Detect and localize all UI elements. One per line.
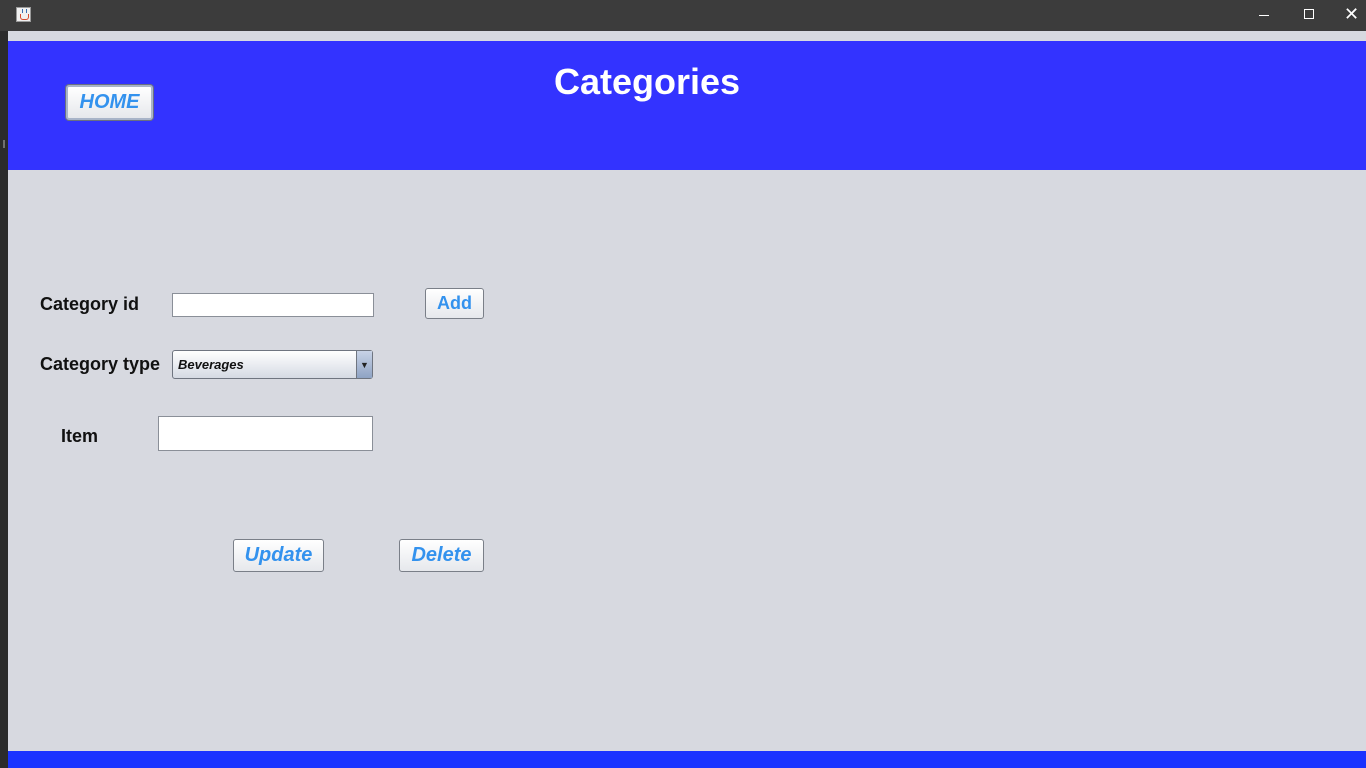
delete-button[interactable]: Delete (399, 539, 484, 572)
close-button[interactable]: ✕ (1331, 0, 1366, 31)
item-input[interactable] (158, 416, 373, 451)
java-cup-icon (16, 7, 31, 22)
left-window-edge (0, 31, 8, 768)
add-button[interactable]: Add (425, 288, 484, 319)
category-type-select[interactable]: Beverages ▼ (172, 350, 373, 379)
maximize-button[interactable] (1286, 0, 1332, 31)
maximize-icon (1304, 9, 1314, 19)
category-type-label: Category type (40, 354, 161, 374)
category-id-label: Category id (40, 294, 140, 314)
content-pane: Categories HOME Category id Add Category… (8, 31, 1366, 768)
item-label: Item (61, 426, 99, 446)
category-type-selected: Beverages (178, 357, 244, 372)
header-banner: Categories HOME (8, 41, 1366, 170)
minimize-icon (1259, 15, 1269, 16)
minimize-button[interactable] (1241, 0, 1287, 31)
close-icon: ✕ (1344, 4, 1360, 24)
category-id-input[interactable] (172, 293, 374, 317)
page-title: Categories (554, 61, 741, 102)
chevron-down-icon[interactable]: ▼ (356, 351, 372, 378)
footer-bar (8, 751, 1366, 768)
update-button[interactable]: Update (233, 539, 324, 572)
app-window: ✕ Categories HOME Category id Add Catego… (0, 0, 1366, 768)
top-strip (8, 31, 1366, 41)
home-button[interactable]: HOME (66, 85, 153, 120)
title-bar[interactable]: ✕ (0, 0, 1366, 31)
edge-mark (3, 140, 5, 148)
